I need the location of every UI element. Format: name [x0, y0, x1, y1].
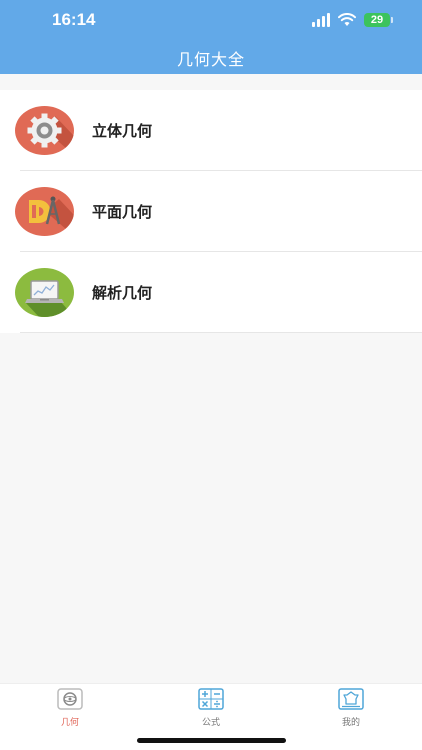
tab-formula[interactable]: 公式 — [181, 688, 241, 728]
page-title: 几何大全 — [176, 50, 245, 69]
tab-geometry[interactable]: 几何 — [40, 688, 100, 728]
profile-icon — [321, 688, 381, 712]
calculator-icon — [181, 688, 241, 712]
tab-label: 我的 — [341, 718, 360, 728]
wifi-icon — [338, 13, 356, 27]
tab-label: 几何 — [60, 718, 79, 728]
tab-profile[interactable]: 我的 — [321, 688, 381, 728]
list-item-analytic-geometry[interactable]: 解析几何 — [0, 252, 422, 333]
ruler-compass-icon — [15, 187, 74, 236]
category-list: 立体几何 平面几何 解析几何 — [0, 90, 422, 333]
battery-level: 29 — [370, 14, 384, 26]
divider — [20, 332, 422, 333]
list-item-plane-geometry[interactable]: 平面几何 — [0, 171, 422, 252]
list-item-label: 解析几何 — [92, 284, 153, 302]
home-indicator — [137, 738, 286, 743]
status-icons: 29 — [312, 12, 393, 28]
tab-label: 公式 — [201, 718, 220, 728]
laptop-chart-icon — [15, 268, 74, 317]
header-bar: 16:14 29 几何大全 — [0, 0, 422, 74]
cellular-signal-icon — [312, 13, 330, 27]
list-item-label: 平面几何 — [92, 203, 153, 221]
list-item-solid-geometry[interactable]: 立体几何 — [0, 90, 422, 171]
geometry-icon — [40, 688, 100, 712]
battery-icon: 29 — [364, 13, 393, 27]
app-screen: 16:14 29 几何大全 立体几何 平面几何 解析几何 几何 公式 我的 — [0, 0, 422, 750]
list-item-label: 立体几何 — [92, 122, 153, 140]
gear-icon — [15, 106, 74, 155]
status-time: 16:14 — [52, 10, 96, 29]
